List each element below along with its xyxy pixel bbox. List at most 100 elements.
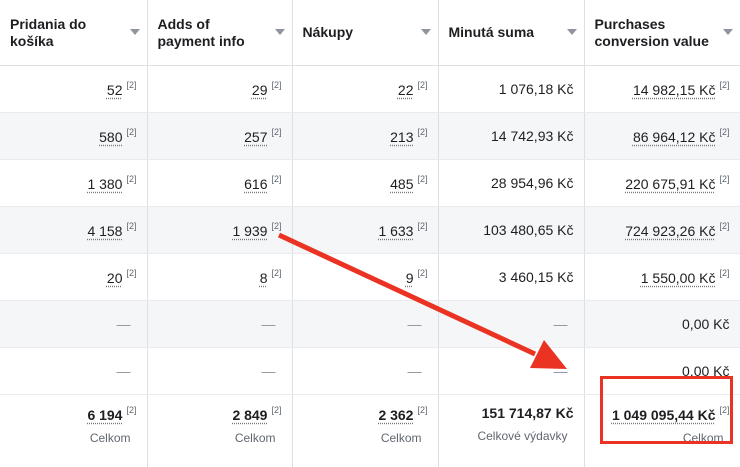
- cell-adds-to-cart: 52[2]: [0, 66, 147, 113]
- empty-value: —: [262, 316, 282, 332]
- cell-amount-spent: 28 954,96 Kč: [438, 160, 584, 207]
- header-row: Pridania do košíka Adds of payment info …: [0, 0, 740, 66]
- footnote-marker: [2]: [126, 127, 136, 137]
- sort-caret-icon[interactable]: [275, 29, 285, 35]
- empty-value: —: [117, 316, 137, 332]
- cell-purchases: —: [292, 348, 438, 395]
- footnote-marker: [2]: [417, 127, 427, 137]
- cell-purchases: 9[2]: [292, 254, 438, 301]
- total-purchases: 2 362[2]Celkom: [292, 395, 438, 467]
- metric-link[interactable]: 724 923,26 Kč: [625, 223, 715, 239]
- empty-value: —: [554, 363, 574, 379]
- empty-value: —: [408, 316, 428, 332]
- cell-adds-to-cart: 4 158 [2]: [0, 207, 147, 254]
- metric-value: 0,00 Kč: [682, 316, 729, 332]
- column-header-purchases[interactable]: Nákupy: [292, 0, 438, 66]
- cell-adds-of-payment-info: 616 [2]: [147, 160, 292, 207]
- metric-link[interactable]: 485: [390, 176, 413, 192]
- metric-link[interactable]: 580: [99, 129, 122, 145]
- cell-amount-spent: 3 460,15 Kč: [438, 254, 584, 301]
- table-row: 52[2]29[2]22[2]1 076,18 Kč14 982,15 Kč[2…: [0, 66, 740, 113]
- column-header-adds-of-payment-info[interactable]: Adds of payment info: [147, 0, 292, 66]
- sort-caret-icon[interactable]: [421, 29, 431, 35]
- cell-amount-spent: 14 742,93 Kč: [438, 113, 584, 160]
- column-header-adds-to-cart[interactable]: Pridania do košíka: [0, 0, 147, 66]
- column-header-purchases-conversion-value[interactable]: Purchases conversion value: [584, 0, 740, 66]
- metric-link[interactable]: 4 158: [87, 223, 122, 239]
- sort-caret-icon[interactable]: [567, 29, 577, 35]
- metric-link[interactable]: 1 633: [378, 223, 413, 239]
- footnote-marker: [2]: [271, 174, 281, 184]
- empty-value: —: [408, 363, 428, 379]
- cell-purchases: 213 [2]: [292, 113, 438, 160]
- metric-link[interactable]: 1 550,00 Kč: [641, 270, 716, 286]
- footnote-marker: [2]: [271, 221, 281, 231]
- metric-link[interactable]: 22: [398, 82, 414, 98]
- footnote-marker: [2]: [417, 268, 427, 278]
- cell-purchases: 1 633 [2]: [292, 207, 438, 254]
- metric-link[interactable]: 616: [244, 176, 267, 192]
- cell-adds-to-cart: —: [0, 348, 147, 395]
- footnote-marker: [2]: [719, 80, 729, 90]
- cell-amount-spent: —: [438, 301, 584, 348]
- footnote-marker: [2]: [417, 174, 427, 184]
- total-amount-spent: 151 714,87 KčCelkové výdavky: [438, 395, 584, 467]
- metric-value: 28 954,96 Kč: [491, 175, 574, 191]
- footnote-marker: [2]: [271, 127, 281, 137]
- empty-value: —: [262, 363, 282, 379]
- cell-adds-of-payment-info: 257 [2]: [147, 113, 292, 160]
- cell-purchases-conversion-value: 0,00 Kč: [584, 301, 740, 348]
- footnote-marker: [2]: [271, 268, 281, 278]
- footnote-marker: [2]: [417, 80, 427, 90]
- metric-link[interactable]: 220 675,91 Kč: [625, 176, 715, 192]
- cell-adds-of-payment-info: —: [147, 301, 292, 348]
- metric-link[interactable]: 1 380: [87, 176, 122, 192]
- table-row: 4 158 [2] 1 939 [2] 1 633 [2] 103 480,65 Kč 724…: [0, 207, 740, 254]
- cell-purchases-conversion-value: 724 923,26 Kč [2]: [584, 207, 740, 254]
- metric-value: 3 460,15 Kč: [499, 269, 574, 285]
- metric-link[interactable]: 9: [406, 270, 414, 286]
- metric-link[interactable]: 14 982,15 Kč: [633, 82, 716, 98]
- metric-link[interactable]: 86 964,12 Kč: [633, 129, 716, 145]
- cell-amount-spent: —: [438, 348, 584, 395]
- cell-purchases-conversion-value: 86 964,12 Kč[2]: [584, 113, 740, 160]
- metric-link[interactable]: 213: [390, 129, 413, 145]
- footnote-marker: [2]: [719, 174, 729, 184]
- metric-link[interactable]: 29: [252, 82, 268, 98]
- column-header-amount-spent[interactable]: Minutá suma: [438, 0, 584, 66]
- cell-adds-of-payment-info: 8[2]: [147, 254, 292, 301]
- cell-purchases: 485 [2]: [292, 160, 438, 207]
- cell-adds-to-cart: 580 [2]: [0, 113, 147, 160]
- footnote-marker: [2]: [417, 221, 427, 231]
- cell-adds-of-payment-info: 29[2]: [147, 66, 292, 113]
- footnote-marker: [2]: [126, 221, 136, 231]
- cell-adds-of-payment-info: 1 939 [2]: [147, 207, 292, 254]
- highlight-box: [600, 376, 733, 444]
- cell-adds-of-payment-info: —: [147, 348, 292, 395]
- cell-purchases: 22[2]: [292, 66, 438, 113]
- cell-purchases-conversion-value: 14 982,15 Kč[2]: [584, 66, 740, 113]
- table-row: 580[2]257[2]213[2]14 742,93 Kč86 964,12 …: [0, 113, 740, 160]
- table-row: — — — — 0,00 Kč: [0, 301, 740, 348]
- metric-value: 1 076,18 Kč: [499, 81, 574, 97]
- footnote-marker: [2]: [719, 268, 729, 278]
- footnote-marker: [2]: [719, 221, 729, 231]
- metric-link[interactable]: 52: [107, 82, 123, 98]
- cell-purchases: —: [292, 301, 438, 348]
- metric-link[interactable]: 1 939: [232, 223, 267, 239]
- cell-amount-spent: 1 076,18 Kč: [438, 66, 584, 113]
- metric-link[interactable]: 8: [260, 270, 268, 286]
- footnote-marker: [2]: [126, 174, 136, 184]
- metric-link[interactable]: 257: [244, 129, 267, 145]
- empty-value: —: [117, 363, 137, 379]
- footnote-marker: [2]: [271, 80, 281, 90]
- sort-caret-icon[interactable]: [723, 29, 733, 35]
- cell-adds-to-cart: 1 380 [2]: [0, 160, 147, 207]
- total-adds-of-payment-info: 2 849[2]Celkom: [147, 395, 292, 467]
- cell-purchases-conversion-value: 220 675,91 Kč [2]: [584, 160, 740, 207]
- sort-caret-icon[interactable]: [130, 29, 140, 35]
- metric-link[interactable]: 20: [107, 270, 123, 286]
- cell-amount-spent: 103 480,65 Kč: [438, 207, 584, 254]
- metric-value: 103 480,65 Kč: [483, 222, 573, 238]
- cell-purchases-conversion-value: 1 550,00 Kč[2]: [584, 254, 740, 301]
